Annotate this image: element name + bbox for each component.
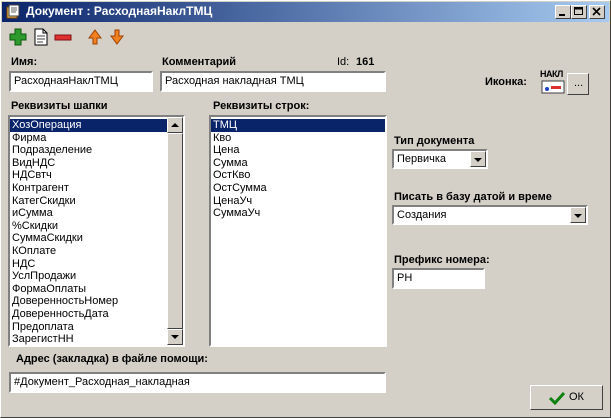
comment-label: Комментарий <box>162 56 237 68</box>
maximize-icon <box>574 7 583 15</box>
doc-type-select[interactable]: Первичка <box>392 149 488 169</box>
write-date-value: Создания <box>397 209 447 221</box>
header-prop-item[interactable]: Контрагент <box>10 182 167 195</box>
arrow-down-icon <box>171 335 179 339</box>
close-button[interactable] <box>589 5 605 19</box>
prefix-input[interactable]: РН <box>392 268 485 289</box>
header-props-scrollbar[interactable] <box>167 117 183 345</box>
ok-button[interactable]: ОК <box>530 385 603 410</box>
row-prop-item[interactable]: СуммаУч <box>211 207 385 220</box>
header-prop-item[interactable]: Предоплата <box>10 321 167 334</box>
header-prop-item[interactable]: НДСвтч <box>10 169 167 182</box>
minimize-button[interactable] <box>555 5 571 19</box>
header-prop-item[interactable]: ДоверенностьДата <box>10 308 167 321</box>
icon-browse-button[interactable]: ... <box>567 73 589 95</box>
row-prop-item[interactable]: ТМЦ <box>211 119 385 132</box>
delete-icon[interactable] <box>53 27 73 47</box>
move-down-icon[interactable] <box>107 27 127 47</box>
header-prop-item[interactable]: ВидНДС <box>10 157 167 170</box>
header-props-label: Реквизиты шапки <box>11 100 108 112</box>
row-props-list[interactable]: ТМЦ Кво Цена Сумма ОстКво ОстСумма ЦенаУч Сумма… <box>209 115 387 347</box>
prefix-label: Префикс номера: <box>394 254 490 266</box>
doc-type-value: Первичка <box>397 153 447 165</box>
name-label: Имя: <box>11 56 38 68</box>
header-prop-item[interactable]: НДС <box>10 258 167 271</box>
header-prop-item[interactable]: ФормаОплаты <box>10 283 167 296</box>
icon-label: Иконка: <box>485 76 527 88</box>
chevron-down-icon <box>474 158 482 162</box>
help-address-input[interactable]: #Документ_Расходная_накладная <box>9 372 386 393</box>
document-icon[interactable] <box>31 27 51 47</box>
row-prop-item[interactable]: Кво <box>211 132 385 145</box>
close-icon <box>592 7 601 16</box>
header-prop-item[interactable]: иСумма <box>10 207 167 220</box>
write-date-select[interactable]: Создания <box>392 205 588 225</box>
doc-icon-preview: НАКЛ <box>539 69 567 97</box>
scroll-down-button[interactable] <box>167 329 183 345</box>
header-prop-item[interactable]: ДоверенностьНомер <box>10 295 167 308</box>
row-props-label: Реквизиты строк: <box>213 100 310 112</box>
header-prop-item[interactable]: %Скидки <box>10 220 167 233</box>
header-props-list[interactable]: ХозОперация Фирма Подразделение ВидНДС НДСвт… <box>8 115 185 347</box>
scroll-up-button[interactable] <box>167 117 183 133</box>
row-prop-item[interactable]: Цена <box>211 144 385 157</box>
maximize-button[interactable] <box>571 5 587 19</box>
header-prop-item[interactable]: Фирма <box>10 132 167 145</box>
row-prop-item[interactable]: ЦенаУч <box>211 195 385 208</box>
doc-type-dropdown-button[interactable] <box>470 151 486 167</box>
header-prop-item[interactable]: ХозОперация <box>10 119 167 132</box>
row-prop-item[interactable]: Сумма <box>211 157 385 170</box>
add-icon[interactable] <box>8 27 28 47</box>
header-prop-item[interactable]: ЗарегистНН <box>10 333 167 345</box>
move-up-icon[interactable] <box>85 27 105 47</box>
dialog-window: Документ : РасходнаяНаклТМЦ Имя: Расходн… <box>0 0 611 418</box>
chevron-down-icon <box>574 214 582 218</box>
scroll-thumb[interactable] <box>167 133 183 329</box>
id-label: Id: <box>337 56 350 68</box>
header-prop-item[interactable]: КатегСкидки <box>10 195 167 208</box>
name-input[interactable]: РасходнаяНаклТМЦ <box>9 71 153 92</box>
icon-caption: НАКЛ <box>540 69 563 79</box>
header-prop-item[interactable]: КОплате <box>10 245 167 258</box>
comment-input[interactable]: Расходная накладная ТМЦ <box>160 71 386 92</box>
checkmark-icon <box>549 391 565 406</box>
id-value: 161 <box>356 56 375 68</box>
invoice-icon <box>541 80 565 94</box>
arrow-up-icon <box>171 123 179 127</box>
row-prop-item[interactable]: ОстСумма <box>211 182 385 195</box>
window-title: Документ : РасходнаяНаклТМЦ <box>26 4 213 18</box>
write-date-dropdown-button[interactable] <box>570 207 586 223</box>
help-address-label: Адрес (закладка) в файле помощи: <box>16 353 208 365</box>
header-prop-item[interactable]: СуммаСкидки <box>10 232 167 245</box>
row-prop-item[interactable]: ОстКво <box>211 169 385 182</box>
write-date-label: Писать в базу датой и време <box>394 191 552 203</box>
header-prop-item[interactable]: Подразделение <box>10 144 167 157</box>
header-prop-item[interactable]: УслПродажи <box>10 270 167 283</box>
ok-label: ОК <box>569 391 584 403</box>
app-icon <box>6 4 20 19</box>
doc-type-label: Тип документа <box>394 135 475 147</box>
title-bar[interactable]: Документ : РасходнаяНаклТМЦ <box>2 2 609 22</box>
minimize-icon <box>559 14 565 16</box>
